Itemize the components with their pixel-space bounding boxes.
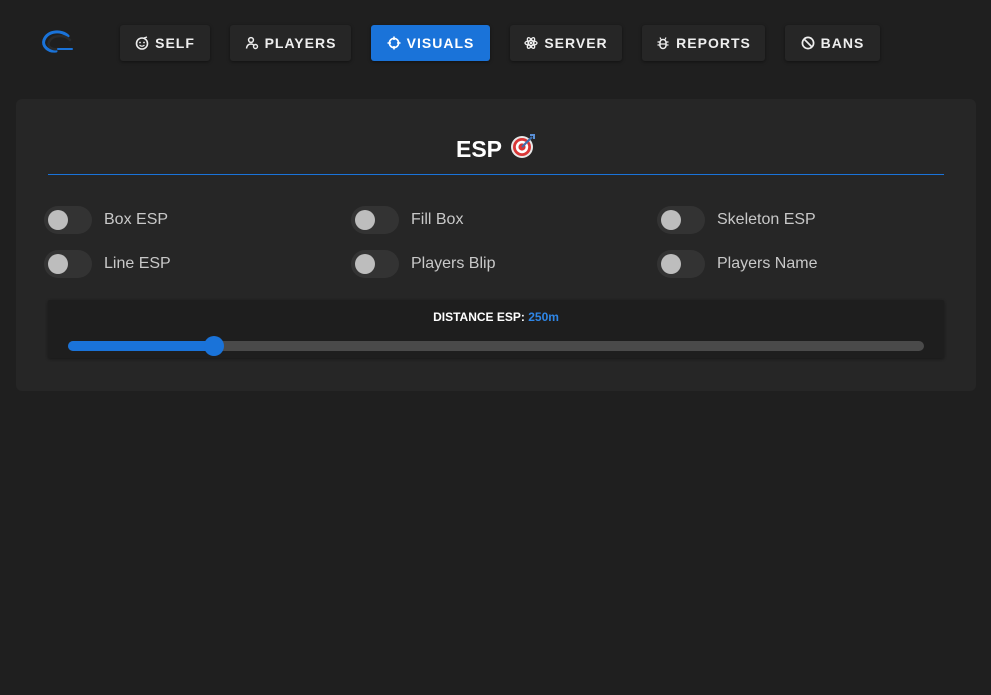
- toggle-box-esp[interactable]: Box ESP: [44, 206, 168, 234]
- tab-bans-label: BANS: [820, 35, 865, 51]
- tab-server[interactable]: SERVER: [510, 25, 622, 61]
- toggle-players-name[interactable]: Players Name: [657, 250, 817, 278]
- distance-slider-thumb[interactable]: [203, 336, 224, 356]
- toggle-skeleton-esp[interactable]: Skeleton ESP: [657, 206, 816, 234]
- toggle-label: Players Name: [717, 255, 818, 272]
- top-navigation: SELF PLAYERS VISUALS SERVER REPORTS BANS: [0, 0, 991, 80]
- crosshair-icon: [387, 36, 401, 50]
- tab-self-label: SELF: [155, 35, 195, 51]
- logo-icon: [38, 28, 74, 56]
- toggle-label: Fill Box: [411, 211, 464, 228]
- tab-server-label: SERVER: [544, 35, 608, 51]
- bug-icon: [656, 36, 670, 50]
- toggle-switch[interactable]: [44, 206, 92, 234]
- tab-visuals[interactable]: VISUALS: [371, 25, 490, 61]
- distance-label: DISTANCE ESP: 250m: [48, 310, 944, 324]
- distance-value: 250m: [528, 310, 559, 324]
- toggle-fill-box[interactable]: Fill Box: [351, 206, 463, 234]
- esp-panel: ESP Box ESP Fill Box Skeleton ESP Line E…: [16, 99, 976, 391]
- tab-self[interactable]: SELF: [120, 25, 210, 61]
- distance-label-text: DISTANCE ESP:: [433, 310, 525, 324]
- target-icon: [510, 133, 536, 165]
- tab-reports-label: REPORTS: [676, 35, 751, 51]
- title-divider: [48, 174, 944, 175]
- toggle-switch[interactable]: [351, 206, 399, 234]
- tab-bans[interactable]: BANS: [785, 25, 880, 61]
- distance-slider-box: DISTANCE ESP: 250m: [48, 300, 944, 358]
- users-icon: [245, 36, 259, 50]
- distance-slider-fill: [68, 341, 214, 351]
- panel-title-text: ESP: [455, 135, 503, 162]
- tab-reports[interactable]: REPORTS: [642, 25, 765, 61]
- panel-title: ESP: [16, 133, 976, 165]
- toggle-label: Players Blip: [411, 255, 496, 272]
- smiley-icon: [135, 36, 149, 50]
- toggle-switch[interactable]: [657, 250, 705, 278]
- ban-icon: [801, 36, 815, 50]
- tab-players-label: PLAYERS: [264, 35, 337, 51]
- toggle-switch[interactable]: [44, 250, 92, 278]
- toggle-players-blip[interactable]: Players Blip: [351, 250, 495, 278]
- toggle-label: Line ESP: [104, 255, 171, 272]
- toggle-label: Box ESP: [104, 211, 169, 228]
- tab-players[interactable]: PLAYERS: [230, 25, 351, 61]
- distance-slider-track[interactable]: [68, 336, 924, 356]
- toggle-line-esp[interactable]: Line ESP: [44, 250, 171, 278]
- toggle-switch[interactable]: [657, 206, 705, 234]
- toggle-label: Skeleton ESP: [717, 211, 816, 228]
- toggle-switch[interactable]: [351, 250, 399, 278]
- tab-visuals-label: VISUALS: [406, 35, 475, 51]
- atom-icon: [524, 36, 538, 50]
